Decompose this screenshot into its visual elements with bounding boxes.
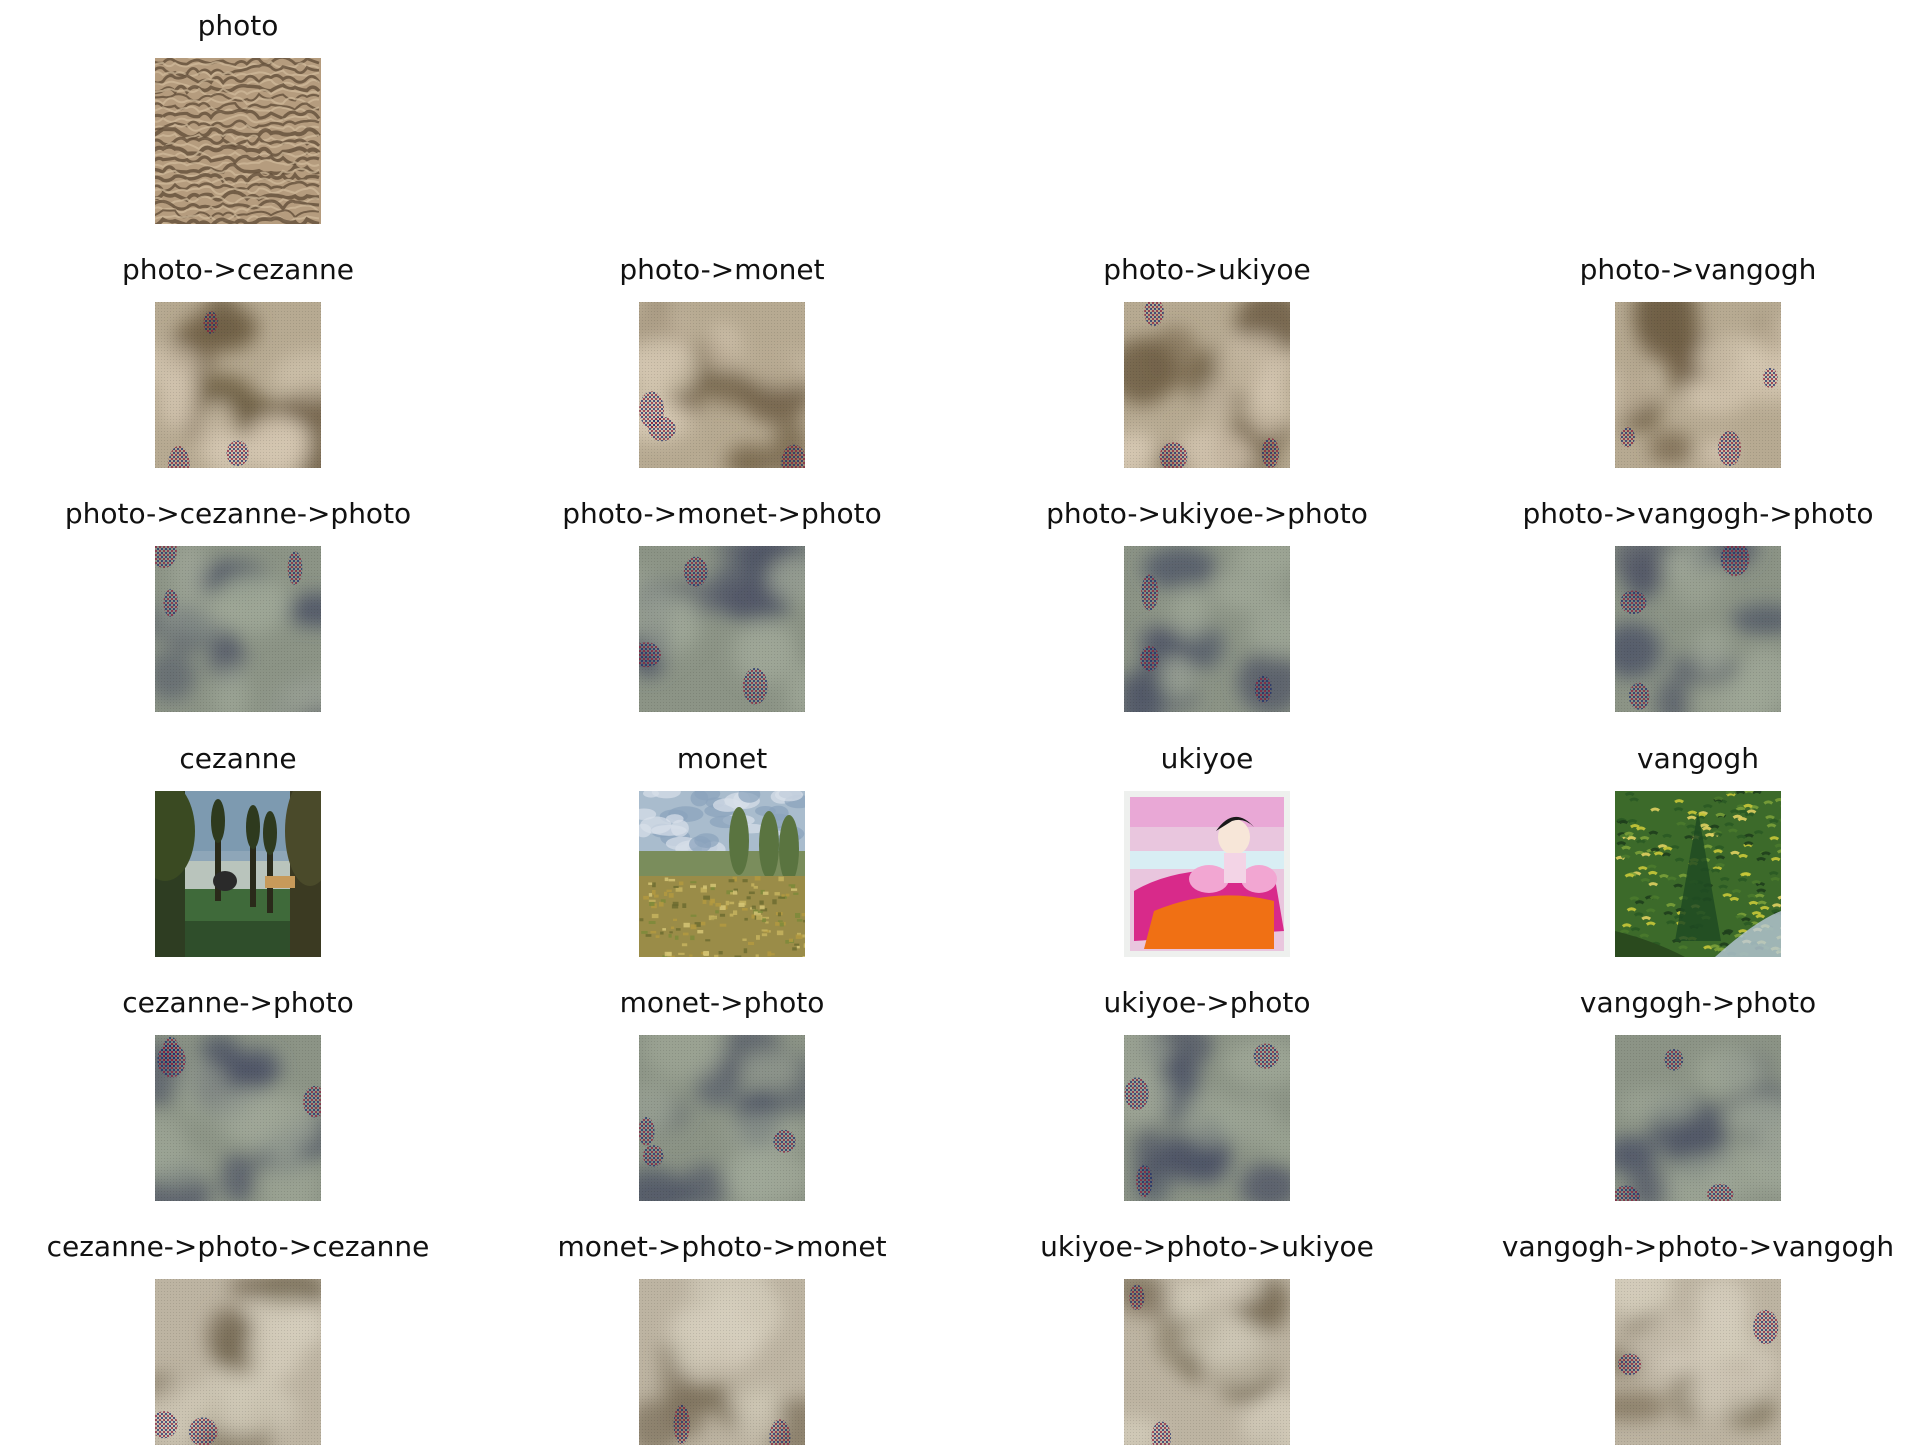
grid-cell: vangogh->photo->vangogh	[1428, 1229, 1920, 1445]
thumbnail-image	[1615, 1279, 1781, 1445]
grid-cell: photo->vangogh	[1428, 252, 1920, 468]
cell-title: photo->cezanne	[0, 252, 508, 288]
grid-cell: vangogh	[1428, 741, 1920, 957]
thumbnail-image	[1124, 302, 1290, 468]
thumbnail-graphic	[155, 302, 321, 468]
grid-cell: cezanne->photo	[0, 985, 508, 1201]
thumbnail-image	[1615, 546, 1781, 712]
thumbnail-image	[155, 1279, 321, 1445]
cell-title: photo->cezanne->photo	[0, 496, 508, 532]
grid-cell: ukiyoe->photo->ukiyoe	[937, 1229, 1477, 1445]
thumbnail-graphic	[155, 1279, 321, 1445]
thumbnail-image	[639, 791, 805, 957]
cell-title: photo	[0, 8, 508, 44]
cell-title: ukiyoe->photo	[937, 985, 1477, 1021]
thumbnail-image	[1615, 791, 1781, 957]
cell-title: photo->vangogh->photo	[1428, 496, 1920, 532]
grid-cell: photo->cezanne->photo	[0, 496, 508, 712]
thumbnail-graphic	[1124, 791, 1290, 957]
thumbnail-graphic	[155, 58, 321, 224]
thumbnail-graphic	[1124, 302, 1290, 468]
thumbnail-graphic	[1615, 1035, 1781, 1201]
thumbnail-graphic	[155, 546, 321, 712]
cell-title: photo->monet	[452, 252, 992, 288]
thumbnail-image	[155, 546, 321, 712]
grid-cell: cezanne->photo->cezanne	[0, 1229, 508, 1445]
cell-title: photo->monet->photo	[452, 496, 992, 532]
thumbnail-image	[155, 58, 321, 224]
thumbnail-image	[639, 302, 805, 468]
grid-cell: photo->ukiyoe	[937, 252, 1477, 468]
thumbnail-image	[1124, 791, 1290, 957]
thumbnail-image	[639, 1035, 805, 1201]
thumbnail-image	[639, 546, 805, 712]
thumbnail-graphic	[1124, 546, 1290, 712]
cell-title: photo->ukiyoe->photo	[937, 496, 1477, 532]
thumbnail-image	[155, 302, 321, 468]
cell-title: vangogh->photo	[1428, 985, 1920, 1021]
grid-cell: photo->monet	[452, 252, 992, 468]
thumbnail-graphic	[1615, 302, 1781, 468]
cell-title: vangogh->photo->vangogh	[1428, 1229, 1920, 1265]
cell-title: monet->photo	[452, 985, 992, 1021]
grid-cell: monet	[452, 741, 992, 957]
thumbnail-image	[1124, 1035, 1290, 1201]
grid-cell: monet->photo	[452, 985, 992, 1201]
thumbnail-graphic	[639, 302, 805, 468]
grid-cell: monet->photo->monet	[452, 1229, 992, 1445]
grid-cell: photo->monet->photo	[452, 496, 992, 712]
grid-cell: photo->vangogh->photo	[1428, 496, 1920, 712]
grid-cell: photo->cezanne	[0, 252, 508, 468]
cell-title: ukiyoe->photo->ukiyoe	[937, 1229, 1477, 1265]
thumbnail-image	[639, 1279, 805, 1445]
grid-cell: cezanne	[0, 741, 508, 957]
thumbnail-graphic	[155, 791, 321, 957]
cell-title: photo->vangogh	[1428, 252, 1920, 288]
thumbnail-graphic	[1124, 1279, 1290, 1445]
thumbnail-image	[1615, 302, 1781, 468]
thumbnail-graphic	[639, 791, 805, 957]
thumbnail-graphic	[639, 1035, 805, 1201]
cell-title: cezanne->photo->cezanne	[0, 1229, 508, 1265]
thumbnail-image	[155, 791, 321, 957]
grid-cell: ukiyoe	[937, 741, 1477, 957]
thumbnail-graphic	[155, 1035, 321, 1201]
thumbnail-image	[1615, 1035, 1781, 1201]
thumbnail-graphic	[1615, 791, 1781, 957]
thumbnail-graphic	[1615, 546, 1781, 712]
thumbnail-image	[155, 1035, 321, 1201]
cell-title: monet->photo->monet	[452, 1229, 992, 1265]
grid-cell: ukiyoe->photo	[937, 985, 1477, 1201]
cell-title: vangogh	[1428, 741, 1920, 777]
grid-cell: vangogh->photo	[1428, 985, 1920, 1201]
grid-cell: photo	[0, 8, 508, 224]
thumbnail-graphic	[1615, 1279, 1781, 1445]
cell-title: monet	[452, 741, 992, 777]
thumbnail-graphic	[639, 546, 805, 712]
cell-title: photo->ukiyoe	[937, 252, 1477, 288]
cell-title: cezanne	[0, 741, 508, 777]
grid-cell: photo->ukiyoe->photo	[937, 496, 1477, 712]
thumbnail-graphic	[1124, 1035, 1290, 1201]
thumbnail-image	[1124, 1279, 1290, 1445]
cell-title: ukiyoe	[937, 741, 1477, 777]
thumbnail-graphic	[639, 1279, 805, 1445]
cell-title: cezanne->photo	[0, 985, 508, 1021]
thumbnail-image	[1124, 546, 1290, 712]
